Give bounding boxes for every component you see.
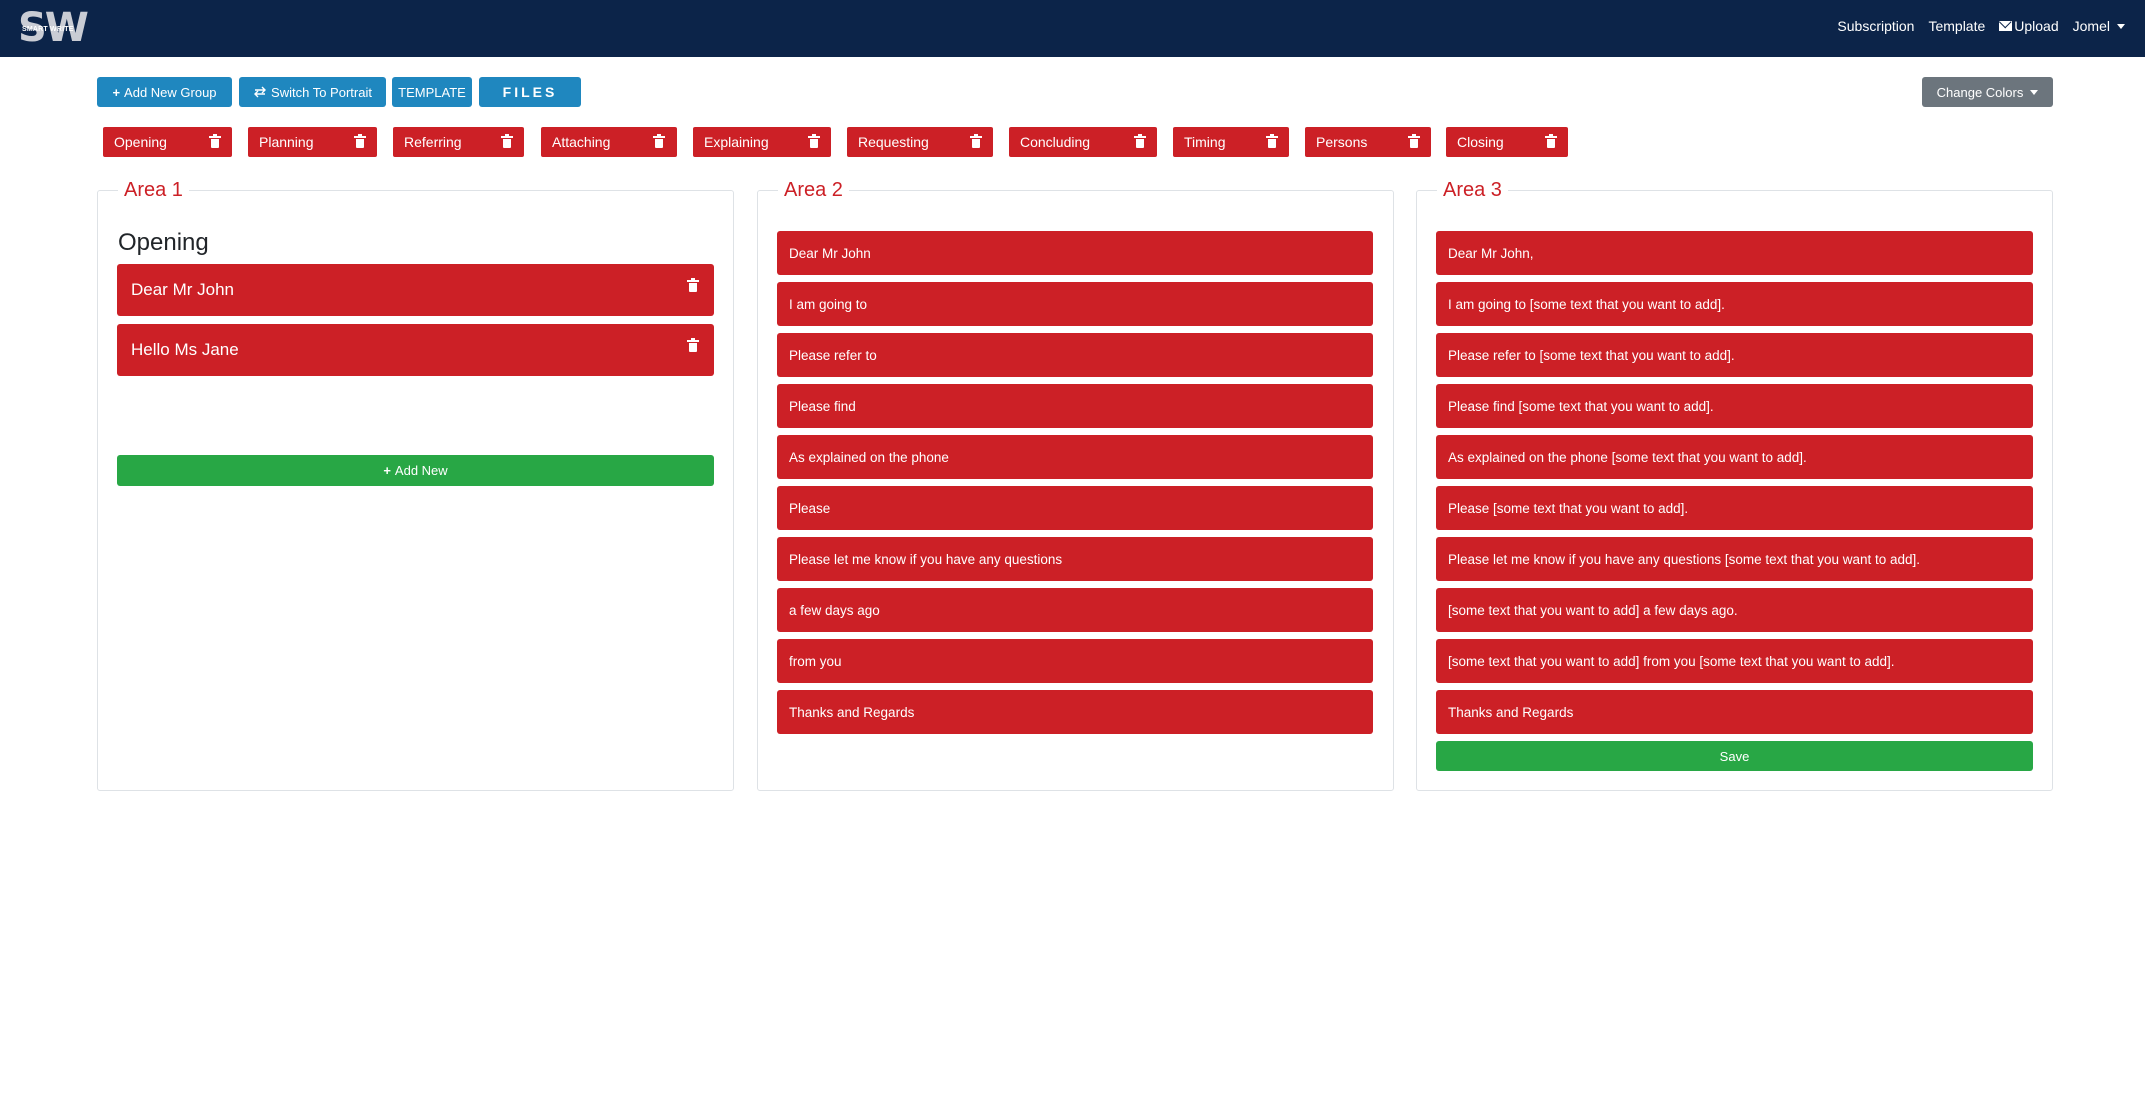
group-chip-label: Attaching — [552, 134, 611, 150]
area-2-item[interactable]: Please refer to — [777, 333, 1373, 377]
plus-icon: + — [112, 84, 121, 100]
envelope-icon — [1999, 21, 2013, 31]
area-3-item[interactable]: As explained on the phone [some text tha… — [1436, 435, 2033, 479]
trash-icon[interactable] — [501, 134, 513, 148]
group-chip-label: Planning — [259, 134, 314, 150]
area-3-item[interactable]: Please [some text that you want to add]. — [1436, 486, 2033, 530]
area-2-title: Area 2 — [778, 178, 849, 202]
template-button[interactable]: TEMPLATE — [392, 77, 472, 107]
group-chip-closing[interactable]: Closing — [1446, 127, 1568, 157]
area-2-item[interactable]: a few days ago — [777, 588, 1373, 632]
trash-icon[interactable] — [1266, 134, 1278, 148]
group-chip-persons[interactable]: Persons — [1305, 127, 1431, 157]
area-3-item[interactable]: [some text that you want to add] a few d… — [1436, 588, 2033, 632]
trash-icon[interactable] — [1545, 134, 1557, 148]
nav-upload[interactable]: Upload — [1999, 18, 2059, 34]
trash-icon[interactable] — [1408, 134, 1420, 148]
change-colors-button[interactable]: Change Colors — [1922, 77, 2053, 107]
trash-icon[interactable] — [1134, 134, 1146, 148]
group-chip-concluding[interactable]: Concluding — [1009, 127, 1157, 157]
area-2-item[interactable]: I am going to — [777, 282, 1373, 326]
group-chip-attaching[interactable]: Attaching — [541, 127, 677, 157]
group-chip-label: Requesting — [858, 134, 929, 150]
group-chip-label: Persons — [1316, 134, 1368, 150]
files-button[interactable]: FILES — [479, 77, 581, 107]
top-navbar: SW SMART WRITE Subscription Template Upl… — [0, 0, 2145, 57]
switch-portrait-button[interactable]: Switch To Portrait — [239, 77, 386, 107]
chevron-down-icon — [2030, 89, 2039, 95]
brand-logo[interactable]: SW SMART WRITE — [18, 6, 89, 50]
area-3-title: Area 3 — [1437, 178, 1508, 202]
area-3-item[interactable]: Please find [some text that you want to … — [1436, 384, 2033, 428]
chevron-down-icon — [2117, 23, 2125, 29]
trash-icon[interactable] — [970, 134, 982, 148]
group-chip-label: Referring — [404, 134, 462, 150]
add-new-label: Add New — [394, 463, 448, 478]
template-button-label: TEMPLATE — [398, 84, 466, 100]
nav-upload-label: Upload — [2014, 18, 2059, 34]
area-1-item-label: Hello Ms Jane — [131, 340, 239, 359]
area-3-item[interactable]: Dear Mr John, — [1436, 231, 2033, 275]
area-2-item[interactable]: Please let me know if you have any quest… — [777, 537, 1373, 581]
trash-icon[interactable] — [653, 134, 665, 148]
group-title: Opening — [118, 229, 209, 256]
nav-template[interactable]: Template — [1928, 18, 1985, 34]
area-3-item[interactable]: [some text that you want to add] from yo… — [1436, 639, 2033, 683]
add-new-item-button[interactable]: + Add New — [117, 455, 714, 486]
user-menu[interactable]: Jomel — [2073, 18, 2125, 34]
trash-icon[interactable] — [687, 278, 699, 292]
change-colors-label: Change Colors — [1936, 84, 2024, 100]
add-new-group-label: Add New Group — [124, 84, 217, 100]
area-3-item[interactable]: I am going to [some text that you want t… — [1436, 282, 2033, 326]
switch-portrait-label: Switch To Portrait — [271, 84, 372, 100]
swap-icon — [254, 86, 267, 98]
group-chip-label: Concluding — [1020, 134, 1091, 150]
area-3-item[interactable]: Please let me know if you have any quest… — [1436, 537, 2033, 581]
nav-links: Subscription Template Upload Jomel — [1823, 18, 2125, 34]
area-1-item[interactable]: Dear Mr John — [117, 264, 714, 316]
add-new-group-button[interactable]: + Add New Group — [97, 77, 232, 107]
area-2-item[interactable]: Please — [777, 486, 1373, 530]
group-chip-timing[interactable]: Timing — [1173, 127, 1289, 157]
group-chip-explaining[interactable]: Explaining — [693, 127, 831, 157]
trash-icon[interactable] — [808, 134, 820, 148]
nav-subscription[interactable]: Subscription — [1837, 18, 1914, 34]
area-1-item-label: Dear Mr John — [131, 280, 234, 299]
group-chip-opening[interactable]: Opening — [103, 127, 232, 157]
group-chip-planning[interactable]: Planning — [248, 127, 377, 157]
group-chip-label: Explaining — [704, 134, 769, 150]
area-1-item[interactable]: Hello Ms Jane — [117, 324, 714, 376]
save-button[interactable]: Save — [1436, 741, 2033, 771]
trash-icon[interactable] — [209, 134, 221, 148]
area-3-item[interactable]: Please refer to [some text that you want… — [1436, 333, 2033, 377]
group-chip-label: Opening — [114, 134, 167, 150]
files-button-label: FILES — [502, 84, 558, 100]
group-chip-referring[interactable]: Referring — [393, 127, 524, 157]
group-chip-requesting[interactable]: Requesting — [847, 127, 993, 157]
user-name: Jomel — [2072, 18, 2110, 34]
logo-subtext: SMART WRITE — [22, 26, 74, 33]
area-2-item[interactable]: Thanks and Regards — [777, 690, 1373, 734]
trash-icon[interactable] — [354, 134, 366, 148]
group-chip-label: Closing — [1457, 134, 1504, 150]
area-2-item[interactable]: Dear Mr John — [777, 231, 1373, 275]
area-2-item[interactable]: As explained on the phone — [777, 435, 1373, 479]
area-2-item[interactable]: Please find — [777, 384, 1373, 428]
area-3-item[interactable]: Thanks and Regards — [1436, 690, 2033, 734]
area-2-item[interactable]: from you — [777, 639, 1373, 683]
group-chip-label: Timing — [1184, 134, 1226, 150]
trash-icon[interactable] — [687, 338, 699, 352]
plus-icon: + — [383, 463, 391, 478]
area-1-title: Area 1 — [118, 178, 189, 202]
